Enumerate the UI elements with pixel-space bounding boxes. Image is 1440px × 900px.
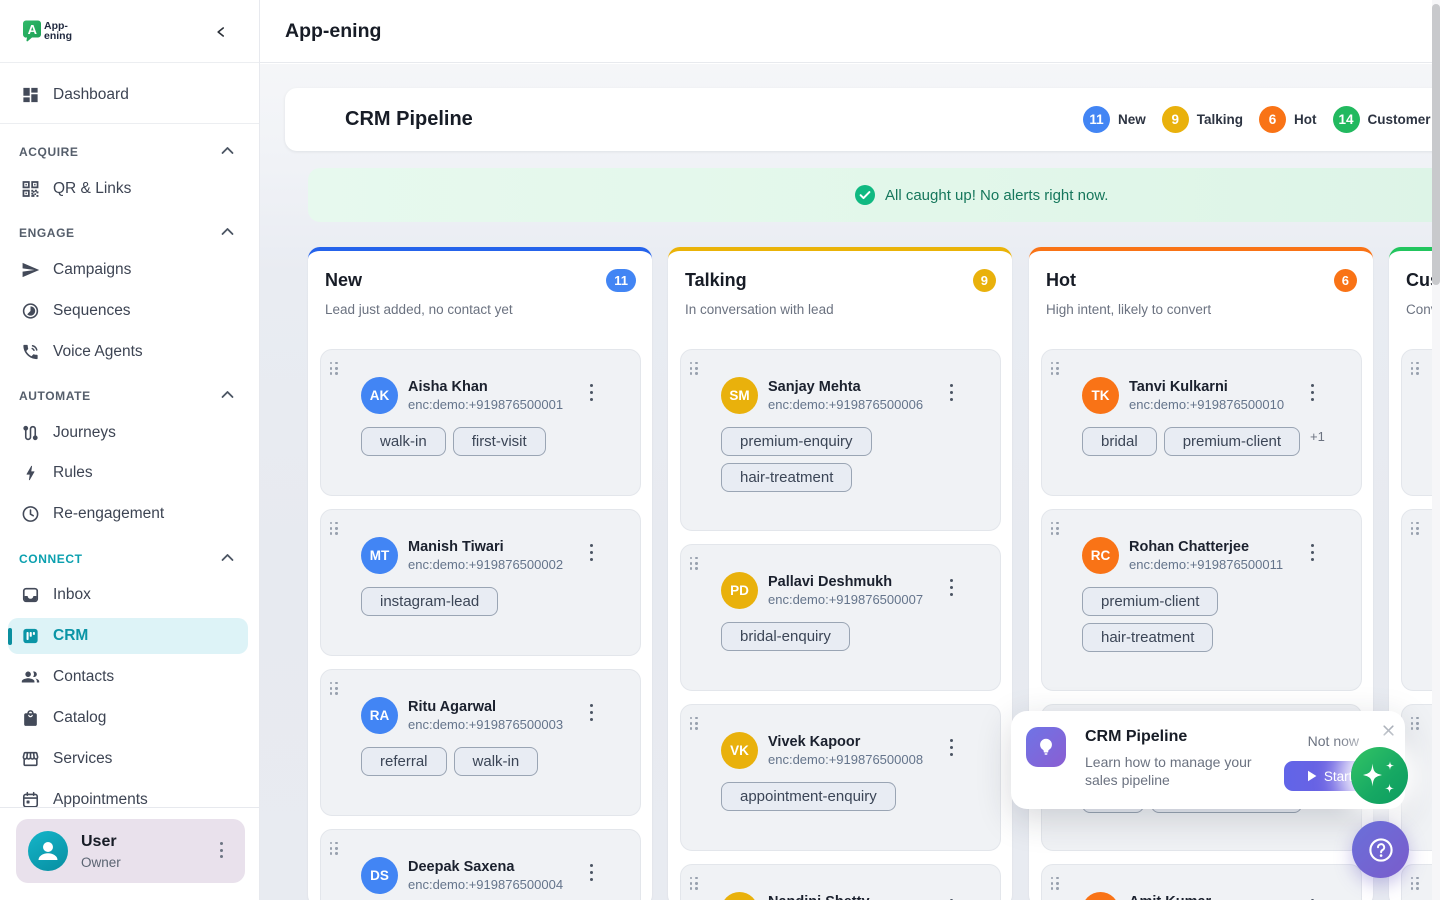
svg-text:A: A bbox=[28, 22, 38, 37]
